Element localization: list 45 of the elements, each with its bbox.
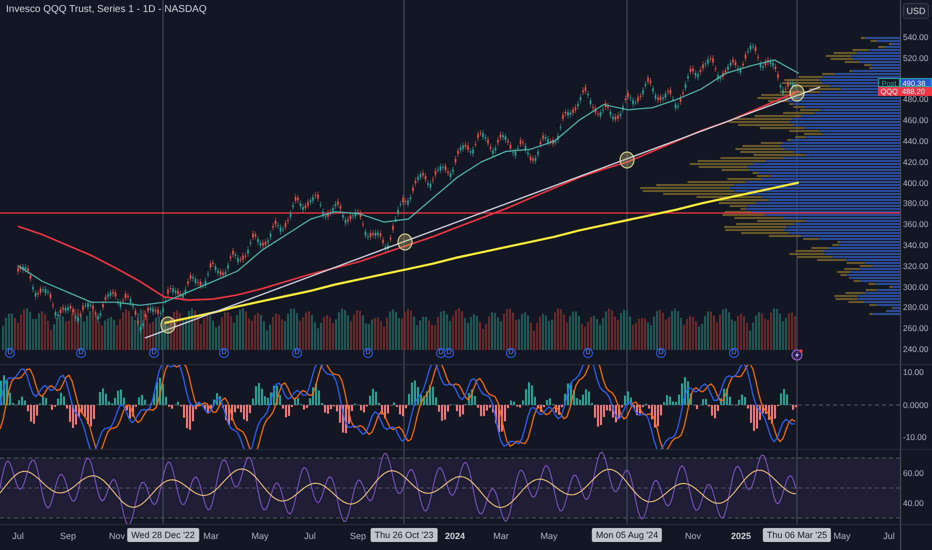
lightning-icon — [791, 349, 803, 361]
time-label: Sep — [60, 531, 76, 541]
price-label: 540.00 — [903, 32, 928, 42]
chart-title: Invesco QQQ Trust, Series 1 - 1D - NASDAQ — [6, 4, 207, 15]
time-label: Nov — [109, 531, 125, 541]
macd-label: -10.00 — [903, 432, 927, 442]
price-label: 300.00 — [903, 282, 928, 292]
price-label: 240.00 — [903, 344, 928, 354]
rsi-label: 60.00 — [903, 468, 924, 478]
price-label: 320.00 — [903, 260, 928, 271]
time-label: Sep — [350, 531, 366, 541]
date-label: Mon 05 Aug '24 — [592, 528, 662, 542]
rsi-label: 40.00 — [903, 498, 924, 508]
price-label: 360.00 — [903, 219, 928, 230]
price-label: 460.00 — [903, 115, 928, 126]
time-label: Mar — [203, 531, 219, 541]
macd-label: 10.00 — [903, 367, 924, 377]
price-label: 480.00 — [903, 94, 928, 104]
price-label: 340.00 — [903, 240, 928, 250]
circle-marker — [620, 152, 634, 168]
time-label: Jul — [304, 531, 316, 541]
time-label: 2025 — [730, 531, 752, 541]
price-label: 420.00 — [903, 156, 928, 167]
date-label: Thu 06 Mar '25 — [762, 528, 832, 542]
time-label: May — [834, 531, 850, 541]
time-label: 2024 — [444, 531, 466, 541]
circle-marker — [398, 234, 412, 250]
date-label: Wed 28 Dec '22 — [127, 528, 199, 542]
price-label: 280.00 — [903, 302, 928, 312]
price-label: 380.00 — [903, 198, 928, 208]
time-label: May — [540, 531, 558, 541]
macd-label: 0.0000 — [903, 400, 928, 410]
price-label: 400.00 — [903, 178, 928, 188]
time-label: May — [252, 531, 268, 541]
time-label: Mar — [493, 531, 509, 541]
currency-button[interactable]: USD — [903, 3, 929, 19]
time-label: Jul — [883, 531, 895, 541]
date-label: Thu 26 Oct '23 — [370, 528, 438, 542]
price-label: 260.00 — [903, 323, 928, 334]
circle-marker — [790, 84, 804, 102]
time-label: Nov — [685, 531, 701, 541]
price-label: 440.00 — [903, 136, 928, 146]
circle-marker — [160, 316, 176, 334]
price-label: 520.00 — [903, 52, 928, 63]
time-label: Jul — [12, 531, 24, 541]
